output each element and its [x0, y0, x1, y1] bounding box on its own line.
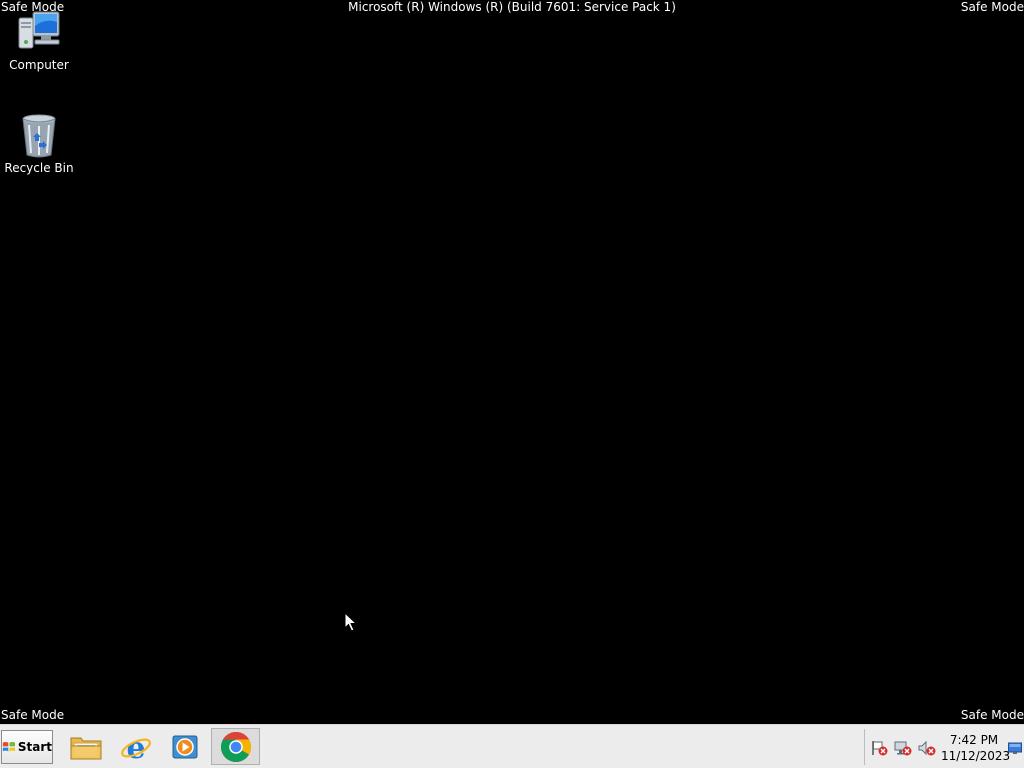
action-center-flag-icon[interactable] — [871, 740, 889, 756]
chrome-icon — [220, 731, 251, 762]
safe-mode-label-top-right: Safe Mode — [960, 0, 1024, 14]
internet-explorer-icon: e — [121, 731, 151, 763]
taskbar-media-player-button[interactable] — [162, 728, 208, 765]
start-label: Start — [17, 740, 52, 754]
svg-text:e: e — [126, 731, 145, 763]
safe-mode-label-bottom-right: Safe Mode — [960, 708, 1024, 722]
taskbar-windows-explorer-button[interactable] — [63, 728, 109, 765]
desktop-icon-label: Computer — [9, 58, 69, 72]
taskbar: Start e 7:42 PM 11/12/2023 — [0, 724, 1024, 768]
windows-logo-icon — [2, 742, 15, 752]
computer-icon — [15, 8, 63, 56]
clock[interactable]: 7:42 PM 11/12/2023 — [941, 732, 1011, 764]
show-desktop-button[interactable] — [1008, 740, 1022, 756]
system-tray: 7:42 PM 11/12/2023 — [864, 729, 1024, 765]
desktop[interactable]: Safe Mode Microsoft (R) Windows (R) (Bui… — [0, 0, 1024, 724]
show-desktop-icon — [1008, 742, 1022, 754]
network-icon[interactable] — [894, 740, 912, 756]
taskbar-internet-explorer-button[interactable]: e — [113, 728, 159, 765]
safe-mode-label-bottom-left: Safe Mode — [1, 708, 65, 722]
desktop-icon-computer[interactable]: Computer — [1, 8, 77, 72]
folder-icon — [70, 737, 102, 759]
desktop-icon-recycle-bin[interactable]: Recycle Bin — [1, 111, 77, 175]
volume-icon[interactable] — [918, 740, 936, 756]
recycle-bin-icon — [15, 111, 63, 159]
mouse-cursor-icon — [344, 611, 358, 632]
start-button[interactable]: Start — [1, 730, 53, 764]
taskbar-chrome-button[interactable] — [211, 728, 260, 765]
clock-date: 11/12/2023 — [941, 749, 1011, 763]
build-info-label: Microsoft (R) Windows (R) (Build 7601: S… — [348, 0, 676, 14]
media-player-icon — [172, 735, 198, 758]
desktop-icon-label: Recycle Bin — [4, 161, 74, 175]
clock-time: 7:42 PM — [949, 733, 999, 747]
